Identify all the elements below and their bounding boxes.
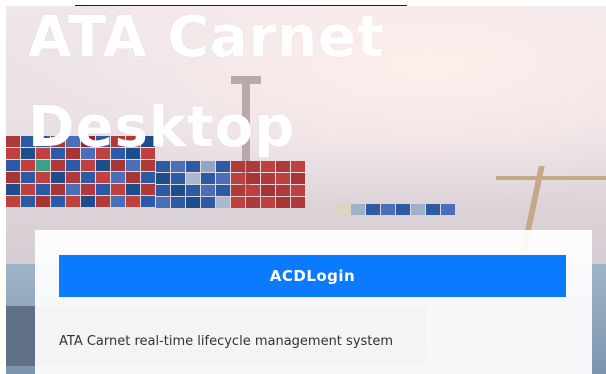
crane-boom: [231, 76, 261, 84]
container-stack-2: [156, 161, 306, 209]
acd-login-button[interactable]: ACDLogin: [59, 255, 566, 297]
app-title-line-1: ATA Carnet: [28, 5, 385, 70]
app-subtitle: ATA Carnet real-time lifecycle managemen…: [59, 334, 394, 349]
container-stack-3: [336, 204, 456, 216]
login-card: ACDLogin ATA Carnet real-time lifecycle …: [35, 230, 592, 374]
app-window: ATA Carnet Desktop ACDLogin ATA Carnet r…: [0, 0, 606, 374]
crane-right-arm: [496, 176, 606, 180]
app-title-line-2: Desktop: [28, 95, 296, 160]
